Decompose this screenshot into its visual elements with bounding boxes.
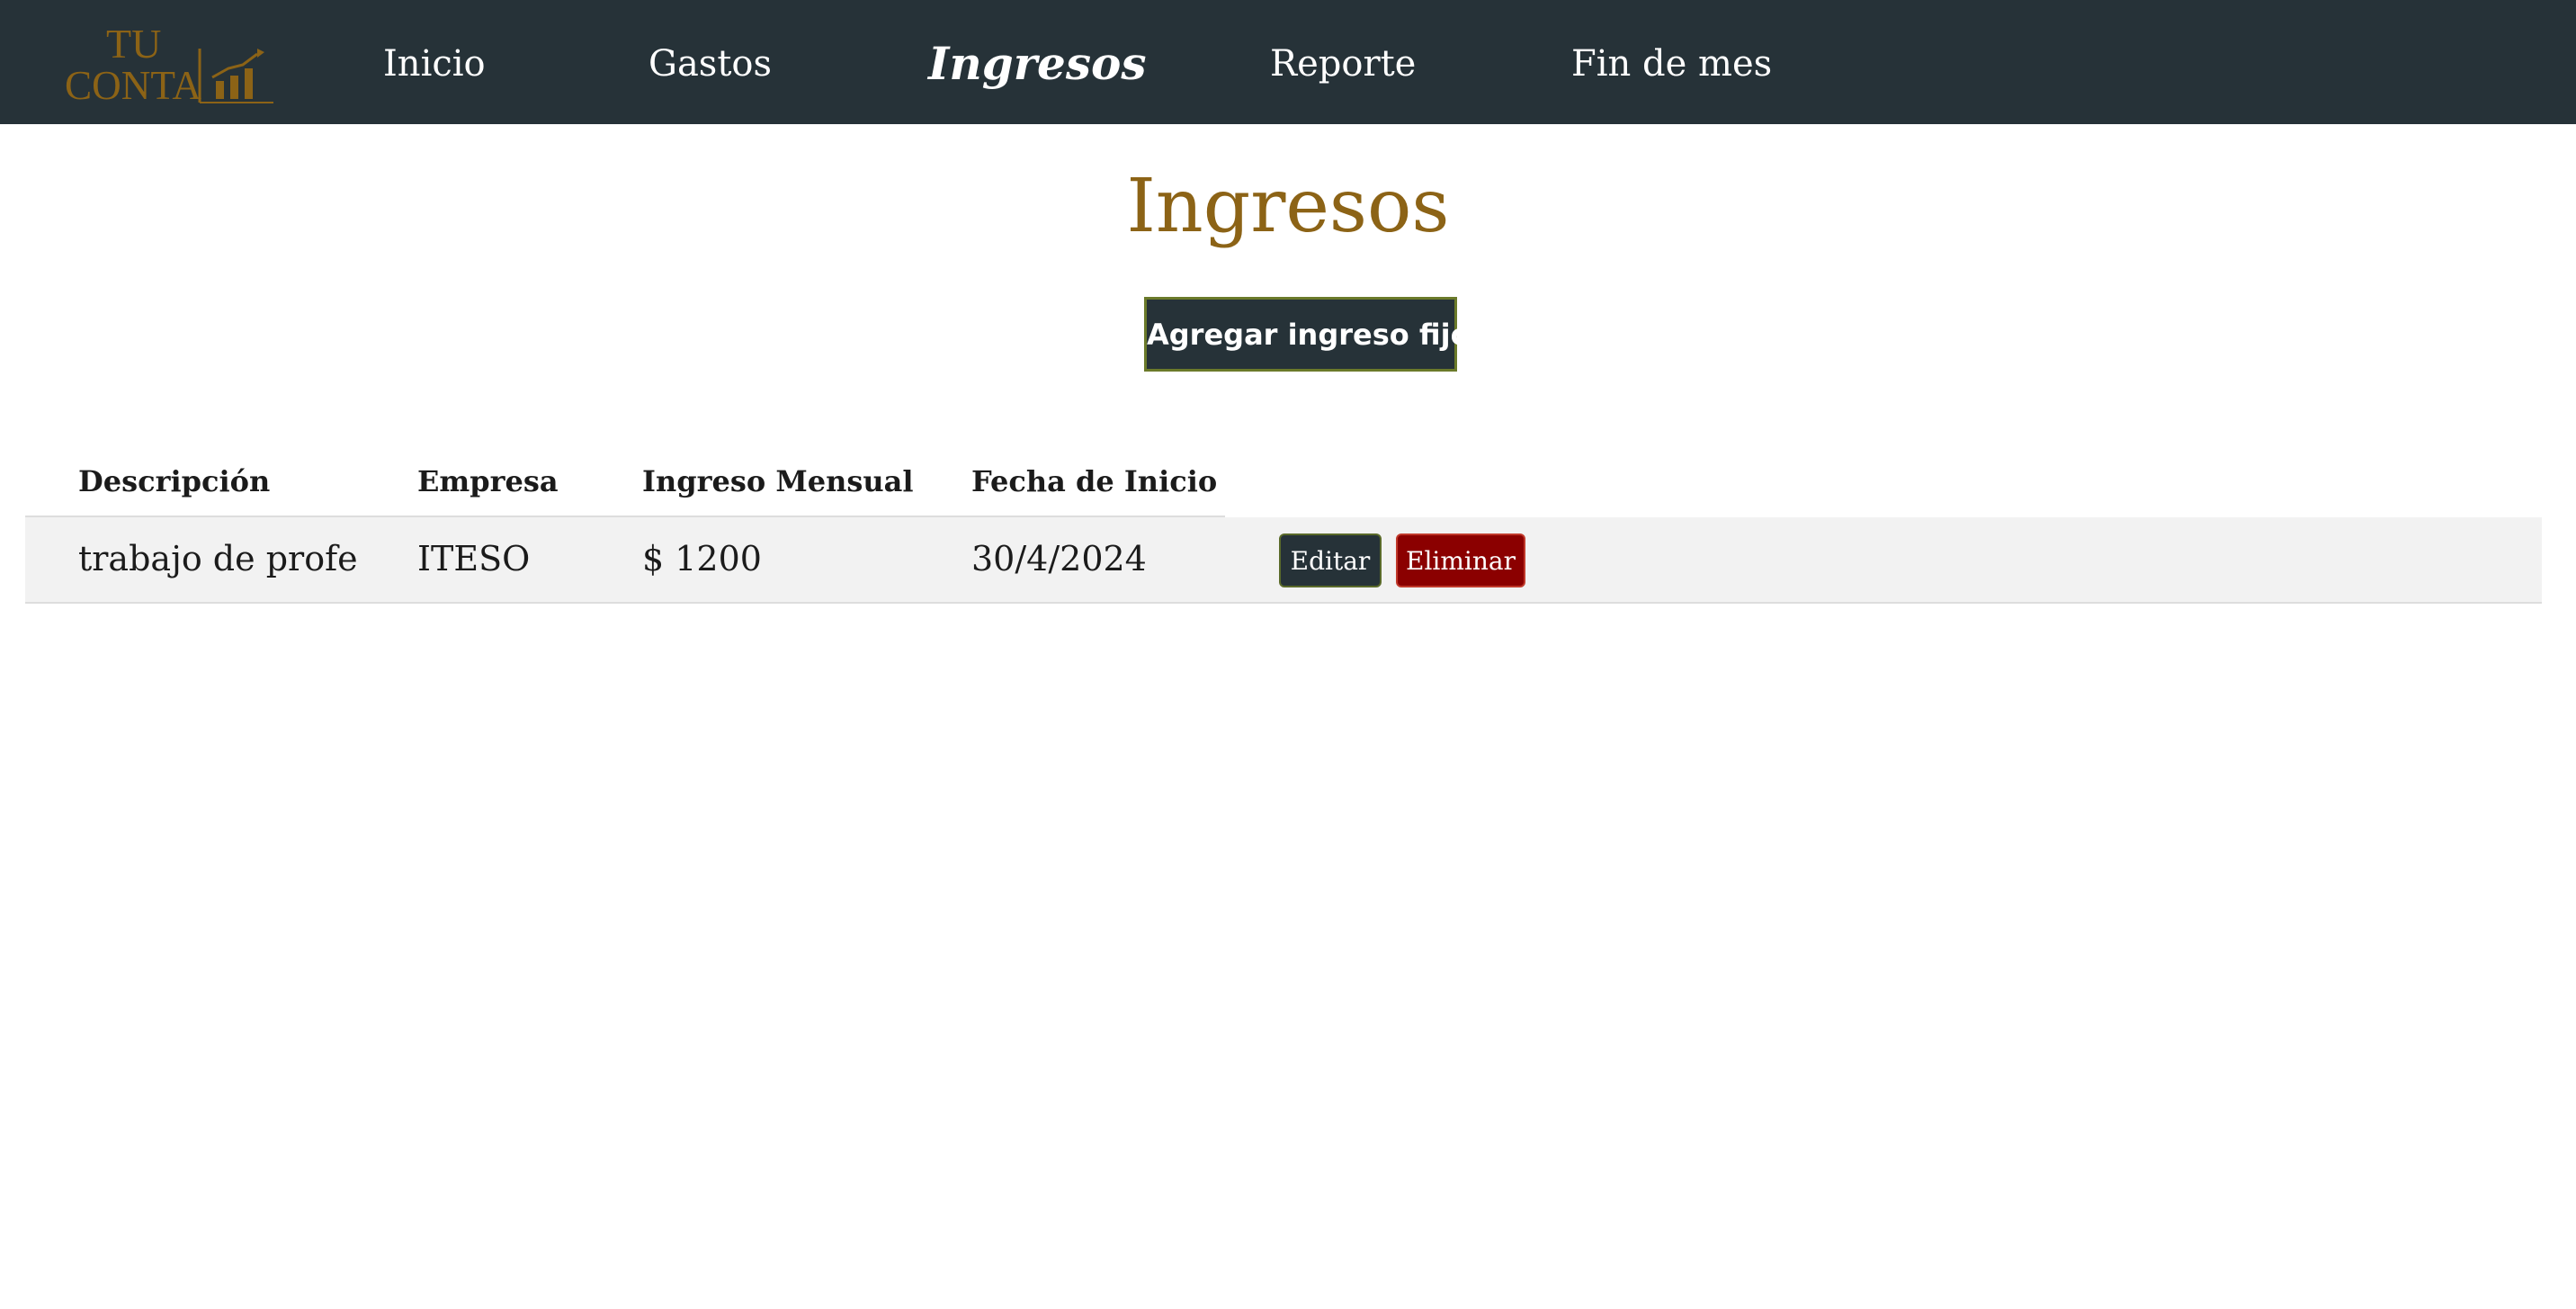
- edit-button[interactable]: Editar: [1279, 533, 1382, 587]
- cell-empresa: ITESO: [417, 539, 531, 578]
- cell-ingreso-mensual: $ 1200: [642, 539, 762, 578]
- column-header-fecha-inicio: Fecha de Inicio: [971, 464, 1218, 498]
- nav-gastos[interactable]: Gastos: [648, 0, 772, 124]
- column-header-empresa: Empresa: [417, 464, 559, 498]
- logo[interactable]: TU CONTA: [65, 22, 277, 108]
- add-fixed-income-button[interactable]: Agregar ingreso fijo: [1144, 297, 1471, 372]
- cell-fecha-inicio: 30/4/2024: [971, 539, 1147, 578]
- logo-line1: TU: [106, 22, 161, 67]
- logo-graphic: TU CONTA: [65, 22, 273, 108]
- nav-inicio[interactable]: Inicio: [383, 0, 486, 124]
- nav-ingresos[interactable]: Ingresos: [928, 0, 1147, 124]
- nav-fin-de-mes[interactable]: Fin de mes: [1571, 0, 1772, 124]
- page-title: Ingresos: [1126, 164, 1450, 249]
- nav-reporte[interactable]: Reporte: [1270, 0, 1416, 124]
- column-header-descripcion: Descripción: [78, 464, 271, 498]
- bar-chart-icon: [198, 49, 273, 103]
- cell-descripcion: trabajo de profe: [78, 539, 358, 578]
- top-navbar: TU CONTA Inicio Gastos Ingresos Reporte …: [0, 0, 2576, 124]
- logo-line2: CONTA: [65, 62, 201, 108]
- delete-button[interactable]: Eliminar: [1396, 533, 1525, 587]
- column-header-ingreso-mensual: Ingreso Mensual: [642, 464, 914, 498]
